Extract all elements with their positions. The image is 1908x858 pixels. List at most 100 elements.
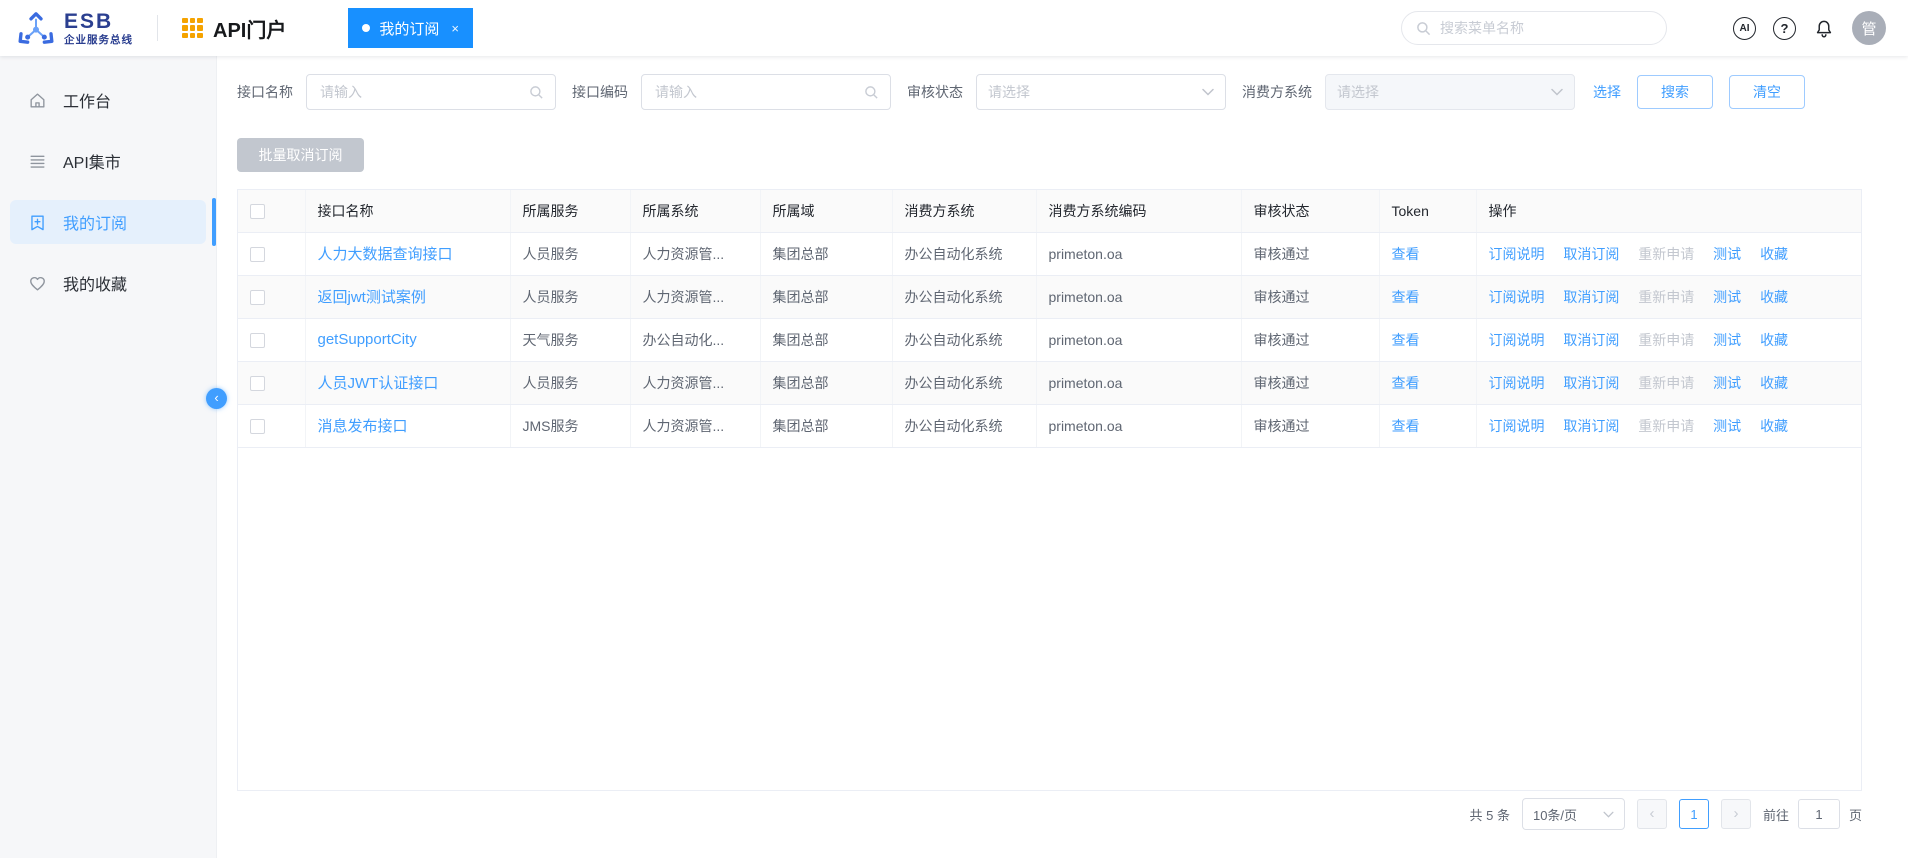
- action-subscription-desc[interactable]: 订阅说明: [1489, 332, 1545, 348]
- action-cancel-subscription[interactable]: 取消订阅: [1563, 418, 1619, 434]
- token-view-link[interactable]: 查看: [1392, 375, 1420, 391]
- table-row: 消息发布接口 JMS服务 人力资源管... 集团总部 办公自动化系统 prime…: [238, 404, 1861, 447]
- bookmark-plus-icon: [28, 213, 47, 232]
- action-favorite[interactable]: 收藏: [1760, 246, 1788, 262]
- service-cell: JMS服务: [510, 404, 630, 447]
- tab-close-icon[interactable]: ×: [451, 21, 459, 36]
- prev-page-button: ‹: [1637, 799, 1667, 829]
- row-checkbox[interactable]: [250, 290, 265, 305]
- action-test[interactable]: 测试: [1713, 289, 1741, 305]
- grid-icon: [182, 18, 203, 39]
- notification-bell-icon[interactable]: [1813, 17, 1835, 39]
- select-all-checkbox[interactable]: [250, 204, 265, 219]
- system-cell: 人力资源管...: [630, 404, 760, 447]
- action-subscription-desc[interactable]: 订阅说明: [1489, 375, 1545, 391]
- action-cancel-subscription[interactable]: 取消订阅: [1563, 332, 1619, 348]
- row-checkbox[interactable]: [250, 333, 265, 348]
- row-checkbox[interactable]: [250, 419, 265, 434]
- sidebar-item-my-subscriptions[interactable]: 我的订阅: [10, 200, 206, 244]
- list-icon: [28, 152, 47, 171]
- interface-code-input[interactable]: [653, 83, 864, 101]
- table-row: 返回jwt测试案例 人员服务 人力资源管... 集团总部 办公自动化系统 pri…: [238, 275, 1861, 318]
- interface-name-link[interactable]: getSupportCity: [318, 331, 417, 348]
- search-icon: [864, 85, 879, 100]
- action-subscription-desc[interactable]: 订阅说明: [1489, 289, 1545, 305]
- choose-link[interactable]: 选择: [1593, 82, 1621, 102]
- ai-assistant-icon[interactable]: AI: [1733, 17, 1756, 40]
- chevron-down-icon: [1603, 811, 1614, 818]
- row-checkbox[interactable]: [250, 376, 265, 391]
- search-icon: [1416, 21, 1431, 36]
- tab-my-subscriptions[interactable]: 我的订阅 ×: [348, 8, 473, 48]
- brand: ESB 企业服务总线: [16, 8, 133, 48]
- action-favorite[interactable]: 收藏: [1760, 332, 1788, 348]
- sidebar-item-workbench[interactable]: 工作台: [10, 78, 206, 122]
- action-reapply: 重新申请: [1638, 418, 1694, 434]
- interface-name-field[interactable]: [306, 74, 556, 110]
- clear-button[interactable]: 清空: [1729, 75, 1805, 109]
- system-cell: 人力资源管...: [630, 361, 760, 404]
- header-consumer-code: 消费方系统编码: [1036, 190, 1241, 232]
- action-subscription-desc[interactable]: 订阅说明: [1489, 246, 1545, 262]
- goto-page-input[interactable]: [1798, 799, 1840, 829]
- sidebar-item-label: 我的收藏: [63, 271, 127, 295]
- interface-name-input[interactable]: [318, 83, 529, 101]
- action-cancel-subscription[interactable]: 取消订阅: [1563, 289, 1619, 305]
- header-actions: 操作: [1476, 190, 1861, 232]
- user-avatar[interactable]: 管: [1852, 11, 1886, 45]
- status-cell: 审核通过: [1241, 404, 1379, 447]
- token-view-link[interactable]: 查看: [1392, 289, 1420, 305]
- action-cancel-subscription[interactable]: 取消订阅: [1563, 246, 1619, 262]
- sidebar-collapse-toggle[interactable]: ‹: [206, 388, 227, 409]
- system-cell: 办公自动化...: [630, 318, 760, 361]
- interface-code-label: 接口编码: [572, 82, 628, 102]
- action-favorite[interactable]: 收藏: [1760, 289, 1788, 305]
- interface-name-link[interactable]: 消息发布接口: [318, 418, 408, 435]
- interface-name-link[interactable]: 人力大数据查询接口: [318, 246, 453, 263]
- action-cancel-subscription[interactable]: 取消订阅: [1563, 375, 1619, 391]
- action-test[interactable]: 测试: [1713, 418, 1741, 434]
- audit-status-label: 审核状态: [907, 82, 963, 102]
- interface-name-link[interactable]: 人员JWT认证接口: [318, 375, 439, 392]
- audit-status-select[interactable]: 请选择: [976, 74, 1226, 110]
- row-checkbox[interactable]: [250, 247, 265, 262]
- interface-name-link[interactable]: 返回jwt测试案例: [318, 289, 426, 306]
- home-icon: [28, 91, 47, 110]
- domain-cell: 集团总部: [760, 361, 892, 404]
- page-size-select[interactable]: 10条/页: [1522, 798, 1625, 830]
- sidebar-item-api-market[interactable]: API集市: [10, 139, 206, 183]
- action-test[interactable]: 测试: [1713, 375, 1741, 391]
- action-test[interactable]: 测试: [1713, 332, 1741, 348]
- service-cell: 人员服务: [510, 232, 630, 275]
- token-view-link[interactable]: 查看: [1392, 332, 1420, 348]
- subscriptions-table: 接口名称 所属服务 所属系统 所属域 消费方系统 消费方系统编码 审核状态 To…: [237, 189, 1862, 791]
- search-button[interactable]: 搜索: [1637, 75, 1713, 109]
- action-reapply: 重新申请: [1638, 289, 1694, 305]
- sidebar-item-my-favorites[interactable]: 我的收藏: [10, 261, 206, 305]
- topbar-divider: [157, 15, 158, 41]
- action-subscription-desc[interactable]: 订阅说明: [1489, 418, 1545, 434]
- action-favorite[interactable]: 收藏: [1760, 375, 1788, 391]
- header-status: 审核状态: [1241, 190, 1379, 232]
- menu-search-input[interactable]: [1438, 19, 1652, 37]
- next-page-button: ›: [1721, 799, 1751, 829]
- batch-unsubscribe-button[interactable]: 批量取消订阅: [237, 138, 364, 172]
- token-view-link[interactable]: 查看: [1392, 418, 1420, 434]
- action-test[interactable]: 测试: [1713, 246, 1741, 262]
- consumer-cell: 办公自动化系统: [892, 318, 1036, 361]
- topbar: ESB 企业服务总线 API门户 我的订阅 × AI ? 管: [0, 0, 1908, 56]
- help-icon[interactable]: ?: [1773, 17, 1796, 40]
- action-favorite[interactable]: 收藏: [1760, 418, 1788, 434]
- header-service: 所属服务: [510, 190, 630, 232]
- consumer-cell: 办公自动化系统: [892, 404, 1036, 447]
- interface-code-field[interactable]: [641, 74, 891, 110]
- goto-label: 前往: [1763, 805, 1789, 824]
- menu-search[interactable]: [1401, 11, 1667, 45]
- consumer-code-cell: primeton.oa: [1036, 275, 1241, 318]
- status-cell: 审核通过: [1241, 361, 1379, 404]
- page-number-1[interactable]: 1: [1679, 799, 1709, 829]
- select-placeholder: 请选择: [1337, 82, 1379, 102]
- header-consumer: 消费方系统: [892, 190, 1036, 232]
- token-view-link[interactable]: 查看: [1392, 246, 1420, 262]
- domain-cell: 集团总部: [760, 275, 892, 318]
